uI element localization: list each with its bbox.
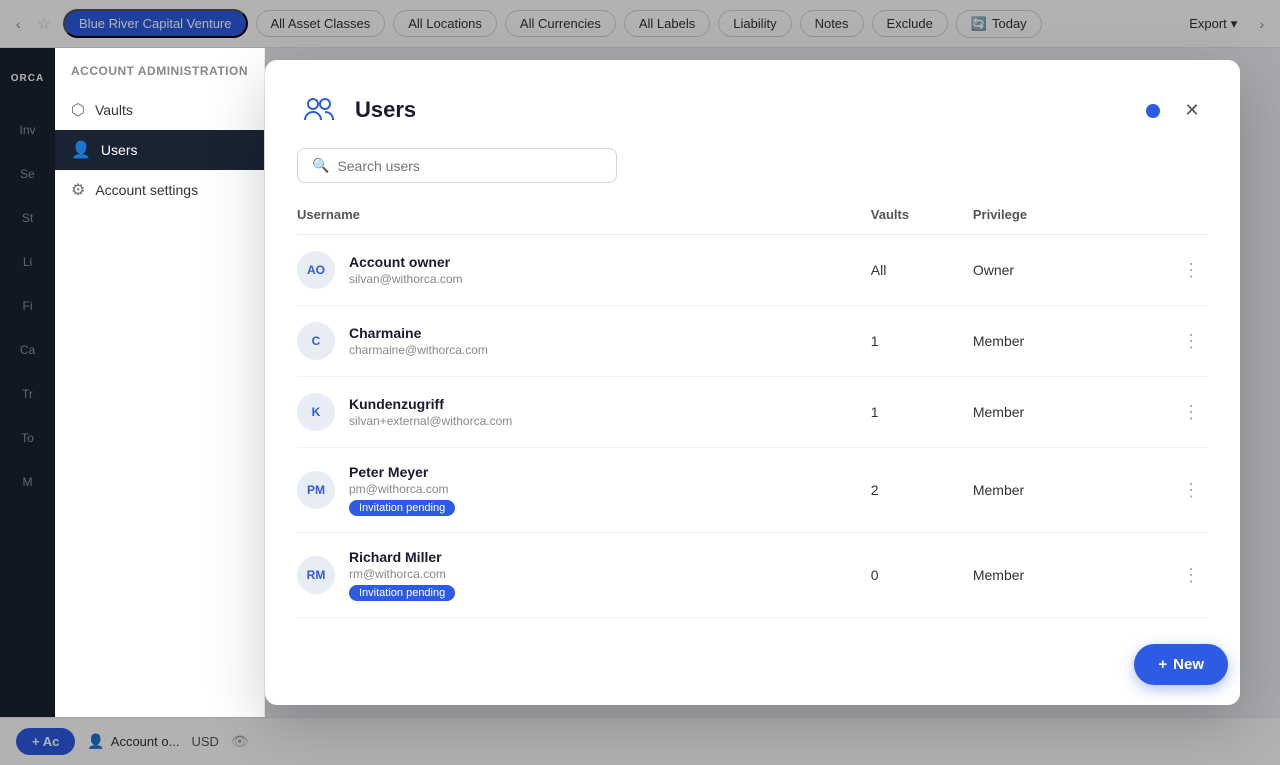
new-button-label: New bbox=[1173, 656, 1204, 673]
modal-close-button[interactable]: ✕ bbox=[1176, 94, 1208, 126]
new-button[interactable]: + New bbox=[1134, 644, 1228, 685]
user-avatar: K bbox=[297, 393, 335, 431]
users-icon: 👤 bbox=[71, 140, 91, 160]
user-info: AO Account owner silvan@withorca.com bbox=[297, 251, 871, 289]
user-privilege: Member bbox=[973, 377, 1117, 448]
users-modal-icon bbox=[297, 88, 341, 132]
table-row: C Charmaine charmaine@withorca.com 1 Mem… bbox=[297, 306, 1208, 377]
col-username-header: Username bbox=[297, 199, 871, 235]
users-table: Username Vaults Privilege AO Account own… bbox=[297, 199, 1208, 618]
user-name: Kundenzugriff bbox=[349, 396, 512, 412]
user-details: Kundenzugriff silvan+external@withorca.c… bbox=[349, 396, 512, 428]
user-actions[interactable]: ⋮ bbox=[1117, 235, 1208, 306]
admin-panel-title: Account administration bbox=[55, 64, 264, 90]
user-name: Peter Meyer bbox=[349, 464, 455, 480]
user-vaults: 1 bbox=[871, 377, 973, 448]
user-name: Charmaine bbox=[349, 325, 488, 341]
user-privilege: Member bbox=[973, 306, 1117, 377]
user-info: PM Peter Meyer pm@withorca.com Invitatio… bbox=[297, 464, 871, 516]
modal-header: Users ✕ bbox=[265, 60, 1240, 148]
users-modal: Users ✕ 🔍 Username Vaults Privilege bbox=[265, 60, 1240, 705]
modal-indicator-dot bbox=[1146, 104, 1160, 118]
user-email: pm@withorca.com bbox=[349, 482, 455, 496]
user-action-menu[interactable]: ⋮ bbox=[1174, 398, 1208, 426]
admin-nav-account-settings[interactable]: ⚙ Account settings bbox=[55, 170, 264, 210]
user-details: Peter Meyer pm@withorca.com Invitation p… bbox=[349, 464, 455, 516]
user-email: charmaine@withorca.com bbox=[349, 343, 488, 357]
user-avatar: AO bbox=[297, 251, 335, 289]
user-privilege: Member bbox=[973, 448, 1117, 533]
user-avatar: RM bbox=[297, 556, 335, 594]
user-name: Account owner bbox=[349, 254, 463, 270]
user-avatar: C bbox=[297, 322, 335, 360]
user-info: RM Richard Miller rm@withorca.com Invita… bbox=[297, 549, 871, 601]
user-vaults: 1 bbox=[871, 306, 973, 377]
invitation-badge: Invitation pending bbox=[349, 500, 455, 516]
search-box: 🔍 bbox=[297, 148, 617, 183]
user-actions[interactable]: ⋮ bbox=[1117, 533, 1208, 618]
account-admin-panel: Account administration ⬡ Vaults 👤 Users … bbox=[55, 48, 265, 717]
col-actions-header bbox=[1117, 199, 1208, 235]
new-button-plus: + bbox=[1158, 656, 1167, 673]
user-avatar: PM bbox=[297, 471, 335, 509]
user-action-menu[interactable]: ⋮ bbox=[1174, 561, 1208, 589]
admin-nav-vaults[interactable]: ⬡ Vaults bbox=[55, 90, 264, 130]
user-actions[interactable]: ⋮ bbox=[1117, 377, 1208, 448]
user-action-menu[interactable]: ⋮ bbox=[1174, 476, 1208, 504]
user-action-menu[interactable]: ⋮ bbox=[1174, 327, 1208, 355]
vault-icon: ⬡ bbox=[71, 100, 85, 120]
user-actions[interactable]: ⋮ bbox=[1117, 448, 1208, 533]
user-name: Richard Miller bbox=[349, 549, 455, 565]
user-vaults: 2 bbox=[871, 448, 973, 533]
user-privilege: Member bbox=[973, 533, 1117, 618]
table-row: AO Account owner silvan@withorca.com All… bbox=[297, 235, 1208, 306]
user-email: rm@withorca.com bbox=[349, 567, 455, 581]
table-row: K Kundenzugriff silvan+external@withorca… bbox=[297, 377, 1208, 448]
modal-title-area: Users bbox=[297, 88, 416, 132]
user-details: Richard Miller rm@withorca.com Invitatio… bbox=[349, 549, 455, 601]
search-icon: 🔍 bbox=[312, 157, 329, 174]
user-email: silvan+external@withorca.com bbox=[349, 414, 512, 428]
user-action-menu[interactable]: ⋮ bbox=[1174, 256, 1208, 284]
invitation-badge: Invitation pending bbox=[349, 585, 455, 601]
modal-body: Username Vaults Privilege AO Account own… bbox=[265, 199, 1240, 705]
modal-search-area: 🔍 bbox=[265, 148, 1240, 199]
search-input[interactable] bbox=[337, 158, 602, 174]
modal-title: Users bbox=[355, 97, 416, 123]
user-vaults: 0 bbox=[871, 533, 973, 618]
admin-nav-users[interactable]: 👤 Users bbox=[55, 130, 264, 170]
user-info: K Kundenzugriff silvan+external@withorca… bbox=[297, 393, 871, 431]
user-vaults: All bbox=[871, 235, 973, 306]
user-privilege: Owner bbox=[973, 235, 1117, 306]
user-details: Charmaine charmaine@withorca.com bbox=[349, 325, 488, 357]
user-details: Account owner silvan@withorca.com bbox=[349, 254, 463, 286]
col-vaults-header: Vaults bbox=[871, 199, 973, 235]
table-row: PM Peter Meyer pm@withorca.com Invitatio… bbox=[297, 448, 1208, 533]
settings-icon: ⚙ bbox=[71, 180, 85, 200]
col-privilege-header: Privilege bbox=[973, 199, 1117, 235]
user-actions[interactable]: ⋮ bbox=[1117, 306, 1208, 377]
user-email: silvan@withorca.com bbox=[349, 272, 463, 286]
table-row: RM Richard Miller rm@withorca.com Invita… bbox=[297, 533, 1208, 618]
user-info: C Charmaine charmaine@withorca.com bbox=[297, 322, 871, 360]
